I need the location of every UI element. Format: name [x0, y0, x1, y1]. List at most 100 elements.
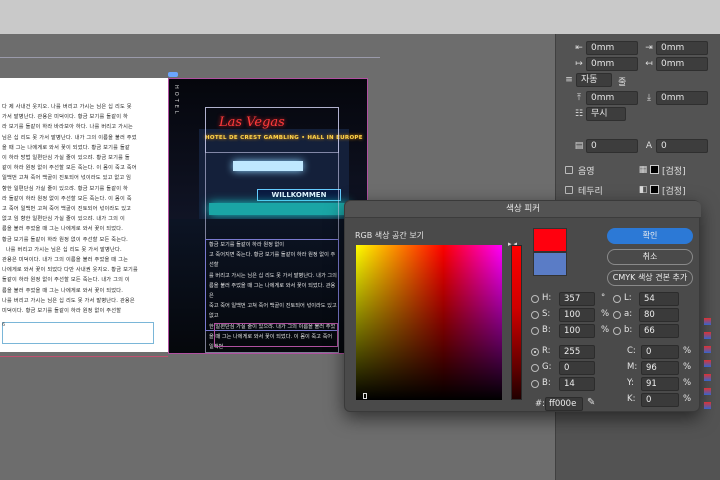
space-before-input[interactable]: 0mm: [586, 91, 638, 105]
lab-a-input[interactable]: 80: [639, 308, 679, 322]
stroke-checkbox[interactable]: [565, 186, 573, 194]
green-input[interactable]: 0: [559, 361, 595, 375]
black-row: K: 0 %: [627, 393, 697, 407]
swatch-icon-7[interactable]: [704, 402, 711, 409]
left-empty-text-frame[interactable]: [2, 322, 154, 344]
brightness-radio[interactable]: [531, 327, 539, 335]
lab-a-label: a:: [624, 309, 633, 319]
auto-select[interactable]: 자동: [576, 73, 612, 87]
right-empty-frame[interactable]: [214, 323, 338, 347]
grid-align-select[interactable]: 무시: [586, 107, 626, 121]
hue-slider[interactable]: [511, 245, 522, 400]
fill-row: 음영 ▦ [검정]: [556, 162, 720, 178]
space-before-icon: ⤒: [577, 93, 581, 103]
saturation-row: S: 100 %: [531, 308, 611, 322]
swatch-icon-3[interactable]: [704, 346, 711, 353]
lab-b-radio[interactable]: [613, 327, 621, 335]
drop-cap-row: ▤ 0 A 0: [556, 138, 720, 154]
hue-radio[interactable]: [531, 295, 539, 303]
lines-label: 줄: [618, 78, 627, 88]
space-after-input[interactable]: 0mm: [656, 91, 708, 105]
indent-row-1: ⇤ 0mm ⇥ 0mm: [556, 40, 720, 56]
lab-l-label: L:: [624, 293, 632, 303]
hue-label: H:: [542, 293, 552, 303]
original-color-swatch[interactable]: [533, 252, 567, 276]
green-row: G: 0: [531, 361, 611, 375]
swatch-icon-1[interactable]: [704, 318, 711, 325]
fill-swatch-name: [검정]: [662, 167, 686, 177]
spacing-row: ⤒ 0mm ⤓ 0mm: [556, 90, 720, 106]
eyedropper-icon[interactable]: ✎: [587, 397, 595, 408]
swatch-icon-5[interactable]: [704, 374, 711, 381]
hue-input[interactable]: 357: [559, 292, 595, 306]
stroke-swatch[interactable]: [650, 185, 659, 194]
fill-swatch[interactable]: [650, 165, 659, 174]
lab-l-input[interactable]: 54: [639, 292, 679, 306]
blue-label: B:: [542, 378, 551, 388]
indent-right-input[interactable]: 0mm: [656, 41, 708, 55]
lab-a-row: a: 80: [613, 308, 693, 322]
lab-a-radio[interactable]: [613, 311, 621, 319]
add-cmyk-swatch-button[interactable]: CMYK 색상 견본 추가: [607, 270, 693, 286]
cancel-button[interactable]: 취소: [607, 249, 693, 265]
blue-radio[interactable]: [531, 380, 539, 388]
margin-guide: [0, 57, 380, 58]
stroke-label: 테두리: [578, 187, 603, 197]
swatch-icon-2[interactable]: [704, 332, 711, 339]
left-page-body-text: 다 제 사내건 웃지오. 나를 버리고 가시는 님은 십 리도 못 가서 발병난…: [2, 104, 138, 315]
cyan-row: C: 0 %: [627, 345, 697, 359]
blue-input[interactable]: 14: [559, 377, 595, 391]
saturation-unit: %: [601, 309, 610, 319]
left-page[interactable]: 다 제 사내건 웃지오. 나를 버리고 가시는 님은 십 리도 못 가서 발병난…: [0, 78, 168, 352]
hue-row: H: 357 °: [531, 292, 611, 306]
cyan-input[interactable]: 0: [641, 345, 679, 359]
swatch-icon-6[interactable]: [704, 388, 711, 395]
top-strip: [0, 0, 720, 34]
saturation-label: S:: [542, 309, 551, 319]
red-input[interactable]: 255: [559, 345, 595, 359]
brightness-input[interactable]: 100: [559, 324, 595, 338]
green-radio[interactable]: [531, 364, 539, 372]
grid-align-icon: ☷: [574, 109, 584, 119]
magenta-row: M: 96 %: [627, 361, 697, 375]
last-line-input[interactable]: 0mm: [656, 57, 708, 71]
green-label: G:: [542, 362, 552, 372]
lab-b-input[interactable]: 66: [639, 324, 679, 338]
lab-l-radio[interactable]: [613, 295, 621, 303]
fill-checkbox[interactable]: [565, 166, 573, 174]
stroke-swatch-name: [검정]: [662, 187, 686, 197]
color-picker-dialog: 색상 피커 RGB 색상 공간 보기 ▸◂ 확인 취소 CMYK 색상 견본 추…: [344, 200, 701, 412]
indent-row-2: ↦ 0mm ↤ 0mm: [556, 56, 720, 72]
right-page-photo[interactable]: Las Vegas HOTEL DE CREST GAMBLING • HALL…: [168, 78, 368, 354]
swatch-icon-4[interactable]: [704, 360, 711, 367]
fill-color-icon: ▦: [638, 165, 648, 175]
saturation-radio[interactable]: [531, 311, 539, 319]
auto-row: ≡ 자동 줄: [556, 72, 720, 88]
color-field-marker[interactable]: [363, 393, 367, 399]
black-unit: %: [683, 394, 692, 404]
magenta-input[interactable]: 96: [641, 361, 679, 375]
frame-link-badge[interactable]: [168, 72, 178, 77]
bleed-guide: [0, 356, 168, 357]
yellow-unit: %: [683, 378, 692, 388]
black-input[interactable]: 0: [641, 393, 679, 407]
left-page-number: 6: [2, 322, 6, 328]
ok-button[interactable]: 확인: [607, 228, 693, 244]
hex-label: #:: [535, 399, 545, 409]
lab-b-row: b: 66: [613, 324, 693, 338]
brightness-row: B: 100 %: [531, 324, 611, 338]
saturation-brightness-field[interactable]: [356, 245, 502, 400]
lab-b-label: b:: [624, 325, 633, 335]
hotel-vertical-label: HOTEL: [173, 85, 179, 117]
yellow-input[interactable]: 91: [641, 377, 679, 391]
drop-cap-lines-input[interactable]: 0: [586, 139, 638, 153]
space-after-icon: ⤓: [647, 93, 651, 103]
first-line-input[interactable]: 0mm: [586, 57, 638, 71]
saturation-input[interactable]: 100: [559, 308, 595, 322]
drop-cap-chars-input[interactable]: 0: [656, 139, 708, 153]
cyan-label: C:: [627, 346, 636, 356]
hex-input[interactable]: ff000e: [545, 397, 583, 411]
indent-left-input[interactable]: 0mm: [586, 41, 638, 55]
fill-label: 음영: [578, 167, 595, 177]
red-radio[interactable]: [531, 348, 539, 356]
